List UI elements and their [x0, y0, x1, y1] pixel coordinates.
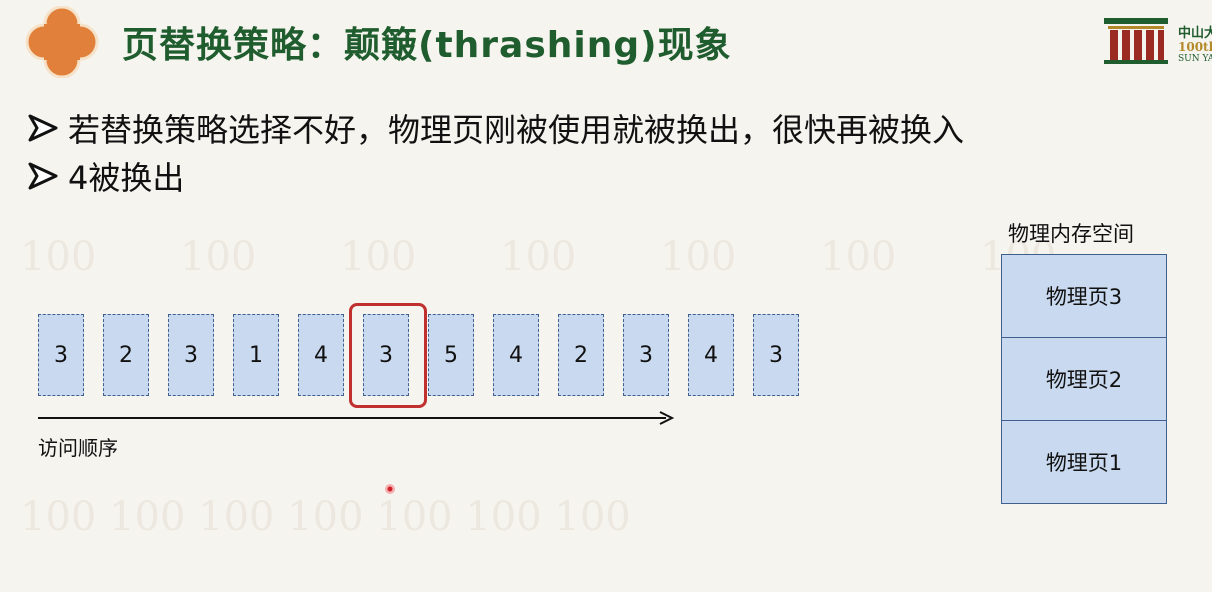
arrow-bullet-icon	[28, 162, 58, 190]
quatrefoil-badge-icon	[25, 6, 99, 78]
svg-text:100: 100	[340, 234, 416, 280]
page-access-box: 4	[298, 314, 344, 396]
page-access-box: 2	[103, 314, 149, 396]
memory-frame: 物理页2	[1002, 338, 1166, 421]
memory-frame: 物理页3	[1002, 255, 1166, 338]
page-access-box: 2	[558, 314, 604, 396]
bullet-text: 若替换策略选择不好，物理页刚被使用就被换出，很快再被换入	[68, 111, 965, 149]
physical-memory-title: 物理内存空间	[1008, 222, 1134, 246]
bullet-list: 若替换策略选择不好，物理页刚被使用就被换出，很快再被换入 4被换出	[26, 104, 964, 200]
physical-memory-frames: 物理页3 物理页2 物理页1	[1001, 254, 1167, 504]
current-access-highlight	[349, 303, 427, 408]
access-order-label: 访问顺序	[38, 436, 118, 460]
logo-english-text: SUN YAT	[1178, 54, 1212, 64]
svg-text:100: 100	[500, 234, 576, 280]
logo-anniversary-text: 100th	[1178, 40, 1212, 54]
page-access-box: 4	[688, 314, 734, 396]
university-gate-logo-icon	[1104, 18, 1168, 64]
university-logo: 中山大 100th SUN YAT	[1100, 12, 1212, 70]
page-access-box: 3	[623, 314, 669, 396]
page-access-box: 1	[233, 314, 279, 396]
page-access-box: 3	[753, 314, 799, 396]
bullet-item: 若替换策略选择不好，物理页刚被使用就被换出，很快再被换入	[26, 104, 964, 152]
arrow-bullet-icon	[28, 114, 58, 142]
svg-text:100: 100	[20, 234, 96, 280]
svg-text:100: 100	[660, 234, 736, 280]
page-access-box: 5	[428, 314, 474, 396]
page-access-box: 4	[493, 314, 539, 396]
slide-title: 页替换策略：颠簸(thrashing)现象	[122, 25, 732, 66]
access-order-arrow-icon	[38, 411, 675, 425]
logo-chinese-text: 中山大	[1178, 26, 1212, 41]
svg-text:100: 100	[820, 234, 896, 280]
bullet-item: 4被换出	[26, 152, 964, 200]
page-access-box: 3	[38, 314, 84, 396]
laser-pointer-dot-icon	[385, 484, 395, 494]
svg-text:100 100 100 100 100 100 100: 100 100 100 100 100 100 100	[20, 494, 631, 540]
page-access-box: 3	[168, 314, 214, 396]
memory-frame: 物理页1	[1002, 421, 1166, 503]
svg-text:100: 100	[180, 234, 256, 280]
bullet-text: 4被换出	[68, 159, 185, 197]
